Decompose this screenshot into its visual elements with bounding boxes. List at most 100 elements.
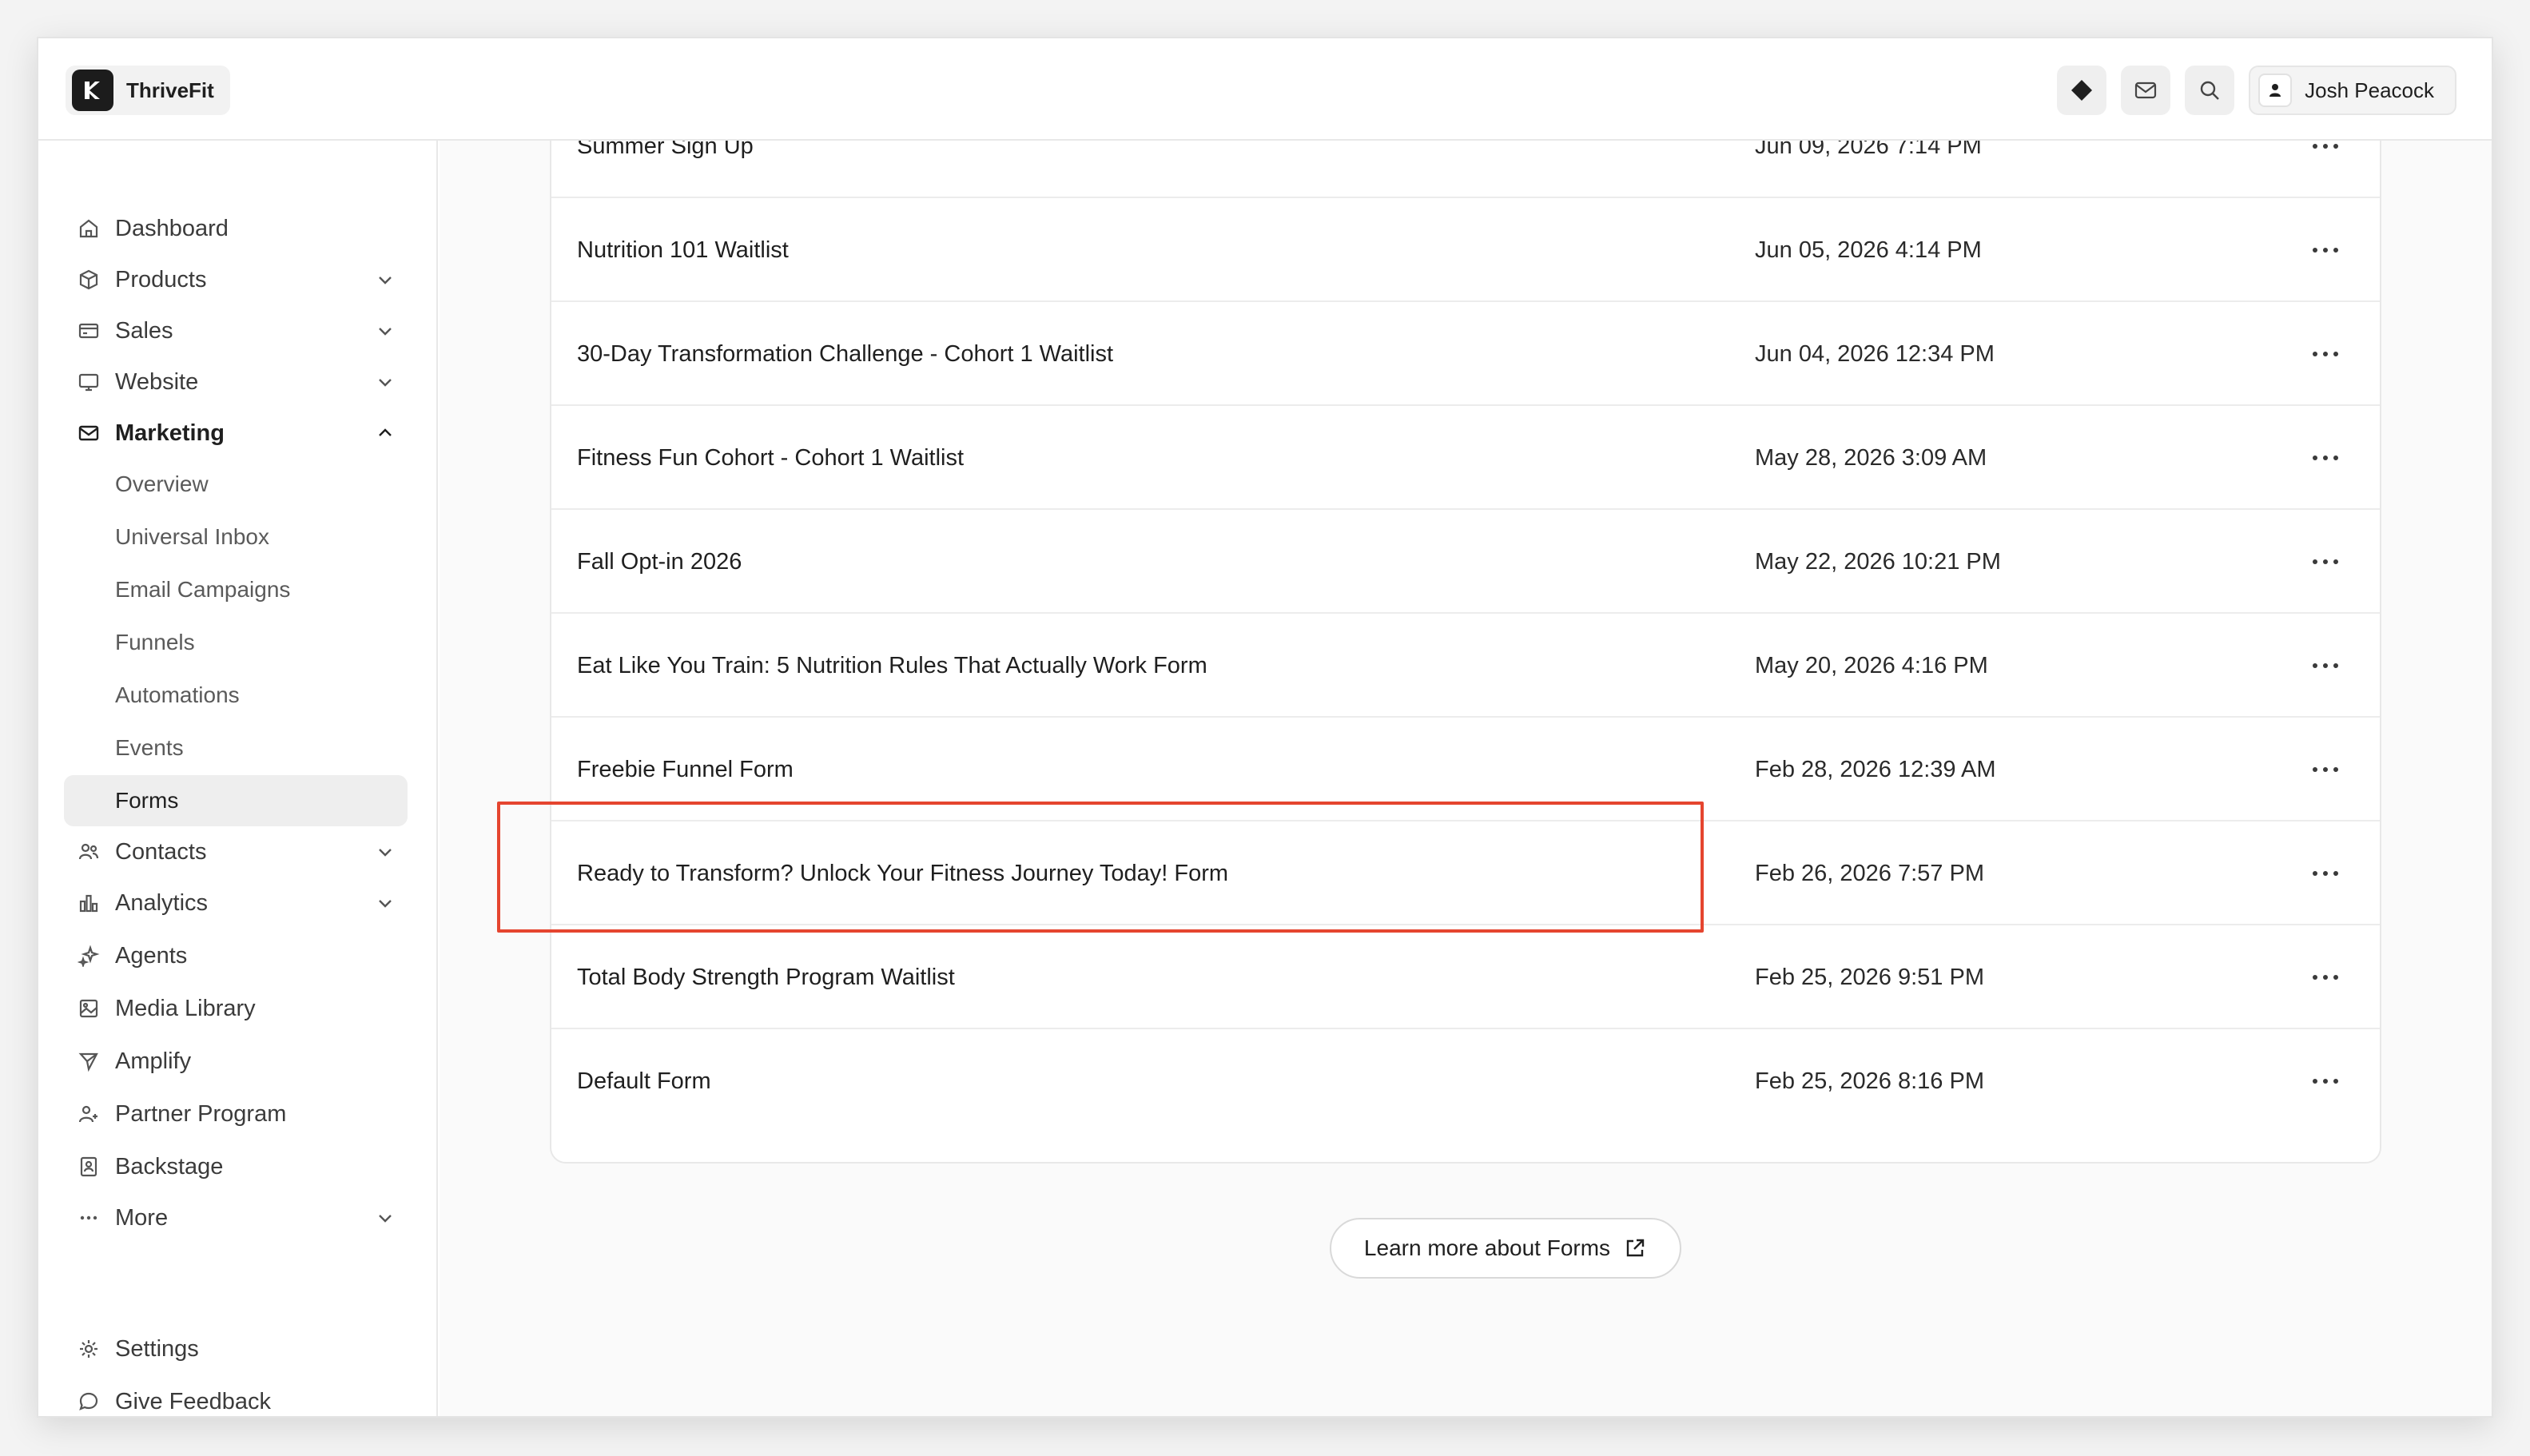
- brand-switcher[interactable]: ThriveFit: [66, 66, 230, 115]
- sidebar-subitem-forms[interactable]: Forms: [64, 775, 408, 826]
- top-bar: ThriveFit Josh Peacock: [38, 38, 2492, 141]
- sidebar-item-label: More: [115, 1204, 169, 1231]
- sidebar-item-label: Sales: [115, 317, 173, 344]
- main-content: Summer Sign Up Jun 09, 2026 7:14 PM Nutr…: [440, 141, 2492, 1416]
- form-name[interactable]: Fall Opt-in 2026: [577, 510, 742, 614]
- form-name[interactable]: Nutrition 101 Waitlist: [577, 198, 789, 302]
- sidebar-item-label: Agents: [115, 942, 188, 969]
- sidebar-item-amplify[interactable]: Amplify: [64, 1036, 408, 1087]
- sidebar-subitem-label: Forms: [115, 788, 179, 813]
- row-menu-button[interactable]: [2313, 343, 2338, 365]
- sidebar-subitem-funnels[interactable]: Funnels: [64, 617, 408, 668]
- sidebar-item-settings[interactable]: Settings: [64, 1323, 408, 1374]
- table-row[interactable]: Freebie Funnel Form Feb 28, 2026 12:39 A…: [551, 718, 2380, 821]
- sidebar-item-products[interactable]: Products: [64, 254, 408, 305]
- form-name[interactable]: Summer Sign Up: [577, 141, 754, 198]
- table-row[interactable]: Fitness Fun Cohort - Cohort 1 Waitlist M…: [551, 406, 2380, 510]
- row-menu-button[interactable]: [2313, 862, 2338, 885]
- form-name[interactable]: Total Body Strength Program Waitlist: [577, 925, 955, 1029]
- form-date: Feb 25, 2026 9:51 PM: [1755, 965, 1984, 990]
- id-card-icon: [77, 1155, 101, 1179]
- table-row[interactable]: Default Form Feb 25, 2026 8:16 PM: [551, 1029, 2380, 1133]
- form-date: Jun 05, 2026 4:14 PM: [1755, 237, 1982, 263]
- row-menu-button[interactable]: [2313, 654, 2338, 677]
- sidebar-item-more[interactable]: More: [64, 1192, 408, 1243]
- row-menu-button[interactable]: [2313, 141, 2338, 157]
- sidebar-subitem-universal-inbox[interactable]: Universal Inbox: [64, 511, 408, 563]
- diamond-icon: [2071, 80, 2093, 101]
- bar-chart-icon: [77, 891, 101, 915]
- forms-table: Summer Sign Up Jun 09, 2026 7:14 PM Nutr…: [550, 141, 2381, 1164]
- chevron-down-icon: [379, 1215, 392, 1223]
- row-menu-button[interactable]: [2313, 1070, 2338, 1092]
- row-menu-button[interactable]: [2313, 758, 2338, 781]
- sidebar-item-agents[interactable]: Agents: [64, 930, 408, 981]
- monitor-icon: [77, 370, 101, 394]
- sidebar-subitem-automations[interactable]: Automations: [64, 670, 408, 721]
- top-actions: Josh Peacock: [2057, 66, 2456, 115]
- table-row[interactable]: Nutrition 101 Waitlist Jun 05, 2026 4:14…: [551, 198, 2380, 302]
- form-name[interactable]: Fitness Fun Cohort - Cohort 1 Waitlist: [577, 406, 964, 510]
- learn-more-forms-button[interactable]: Learn more about Forms: [1330, 1218, 1681, 1279]
- mail-icon: [2135, 82, 2157, 99]
- sidebar-subitem-label: Email Campaigns: [115, 577, 291, 602]
- table-row[interactable]: Ready to Transform? Unlock Your Fitness …: [551, 821, 2380, 925]
- diamond-button[interactable]: [2057, 66, 2107, 115]
- user-menu-button[interactable]: Josh Peacock: [2249, 66, 2456, 115]
- form-date: Feb 25, 2026 8:16 PM: [1755, 1068, 1984, 1094]
- user-icon: [2269, 84, 2281, 97]
- form-date: May 20, 2026 4:16 PM: [1755, 653, 1988, 678]
- brand-logo-icon: [72, 70, 113, 111]
- sidebar-item-backstage[interactable]: Backstage: [64, 1141, 408, 1192]
- sidebar-item-label: Products: [115, 266, 207, 292]
- gear-icon: [77, 1337, 101, 1361]
- user-name: Josh Peacock: [2305, 78, 2434, 102]
- table-row[interactable]: Summer Sign Up Jun 09, 2026 7:14 PM: [551, 141, 2380, 198]
- sidebar-item-label: Settings: [115, 1335, 199, 1362]
- sidebar-item-give-feedback[interactable]: Give Feedback: [64, 1376, 408, 1416]
- mail-icon: [77, 421, 101, 445]
- form-name[interactable]: 30-Day Transformation Challenge - Cohort…: [577, 302, 1113, 406]
- table-row[interactable]: 30-Day Transformation Challenge - Cohort…: [551, 302, 2380, 406]
- form-name[interactable]: Default Form: [577, 1029, 711, 1133]
- sidebar-subitem-overview[interactable]: Overview: [64, 459, 408, 510]
- form-date: May 22, 2026 10:21 PM: [1755, 549, 2001, 575]
- sidebar-item-website[interactable]: Website: [64, 356, 408, 408]
- form-date: Jun 09, 2026 7:14 PM: [1755, 141, 1982, 159]
- sidebar-item-partner-program[interactable]: Partner Program: [64, 1088, 408, 1140]
- table-row[interactable]: Fall Opt-in 2026 May 22, 2026 10:21 PM: [551, 510, 2380, 614]
- form-name[interactable]: Ready to Transform? Unlock Your Fitness …: [577, 821, 1228, 925]
- table-row[interactable]: Eat Like You Train: 5 Nutrition Rules Th…: [551, 614, 2380, 718]
- sidebar-item-sales[interactable]: Sales: [64, 305, 408, 356]
- sidebar-item-marketing[interactable]: Marketing: [64, 408, 408, 459]
- sidebar-item-label: Amplify: [115, 1048, 192, 1074]
- box-icon: [77, 268, 101, 292]
- sidebar-subitem-email-campaigns[interactable]: Email Campaigns: [64, 564, 408, 615]
- form-name[interactable]: Eat Like You Train: 5 Nutrition Rules Th…: [577, 614, 1207, 718]
- sidebar-item-contacts[interactable]: Contacts: [64, 826, 408, 877]
- chevron-down-icon: [379, 328, 392, 336]
- table-row[interactable]: Total Body Strength Program Waitlist Feb…: [551, 925, 2380, 1029]
- sidebar-subitem-label: Automations: [115, 682, 240, 707]
- dots-icon: [77, 1206, 101, 1230]
- row-menu-button[interactable]: [2313, 447, 2338, 469]
- external-link-icon: [1626, 1239, 1645, 1257]
- search-button[interactable]: [2185, 66, 2235, 115]
- sidebar-item-label: Website: [115, 368, 199, 395]
- sidebar-item-dashboard[interactable]: Dashboard: [64, 203, 408, 254]
- form-name[interactable]: Freebie Funnel Form: [577, 718, 794, 821]
- sparkles-icon: [77, 944, 101, 968]
- sidebar-subitem-events[interactable]: Events: [64, 722, 408, 774]
- row-menu-button[interactable]: [2313, 239, 2338, 261]
- row-menu-button[interactable]: [2313, 551, 2338, 573]
- inbox-button[interactable]: [2121, 66, 2171, 115]
- sidebar-item-label: Analytics: [115, 889, 209, 916]
- form-date: Jun 04, 2026 12:34 PM: [1755, 341, 1995, 367]
- sidebar-item-media-library[interactable]: Media Library: [64, 983, 408, 1034]
- row-menu-button[interactable]: [2313, 966, 2338, 989]
- sidebar-item-analytics[interactable]: Analytics: [64, 877, 408, 929]
- sidebar-item-label: Dashboard: [115, 215, 229, 241]
- sidebar-item-label: Contacts: [115, 838, 207, 865]
- learn-more-label: Learn more about Forms: [1363, 1235, 1611, 1260]
- sidebar-subitem-label: Events: [115, 735, 184, 760]
